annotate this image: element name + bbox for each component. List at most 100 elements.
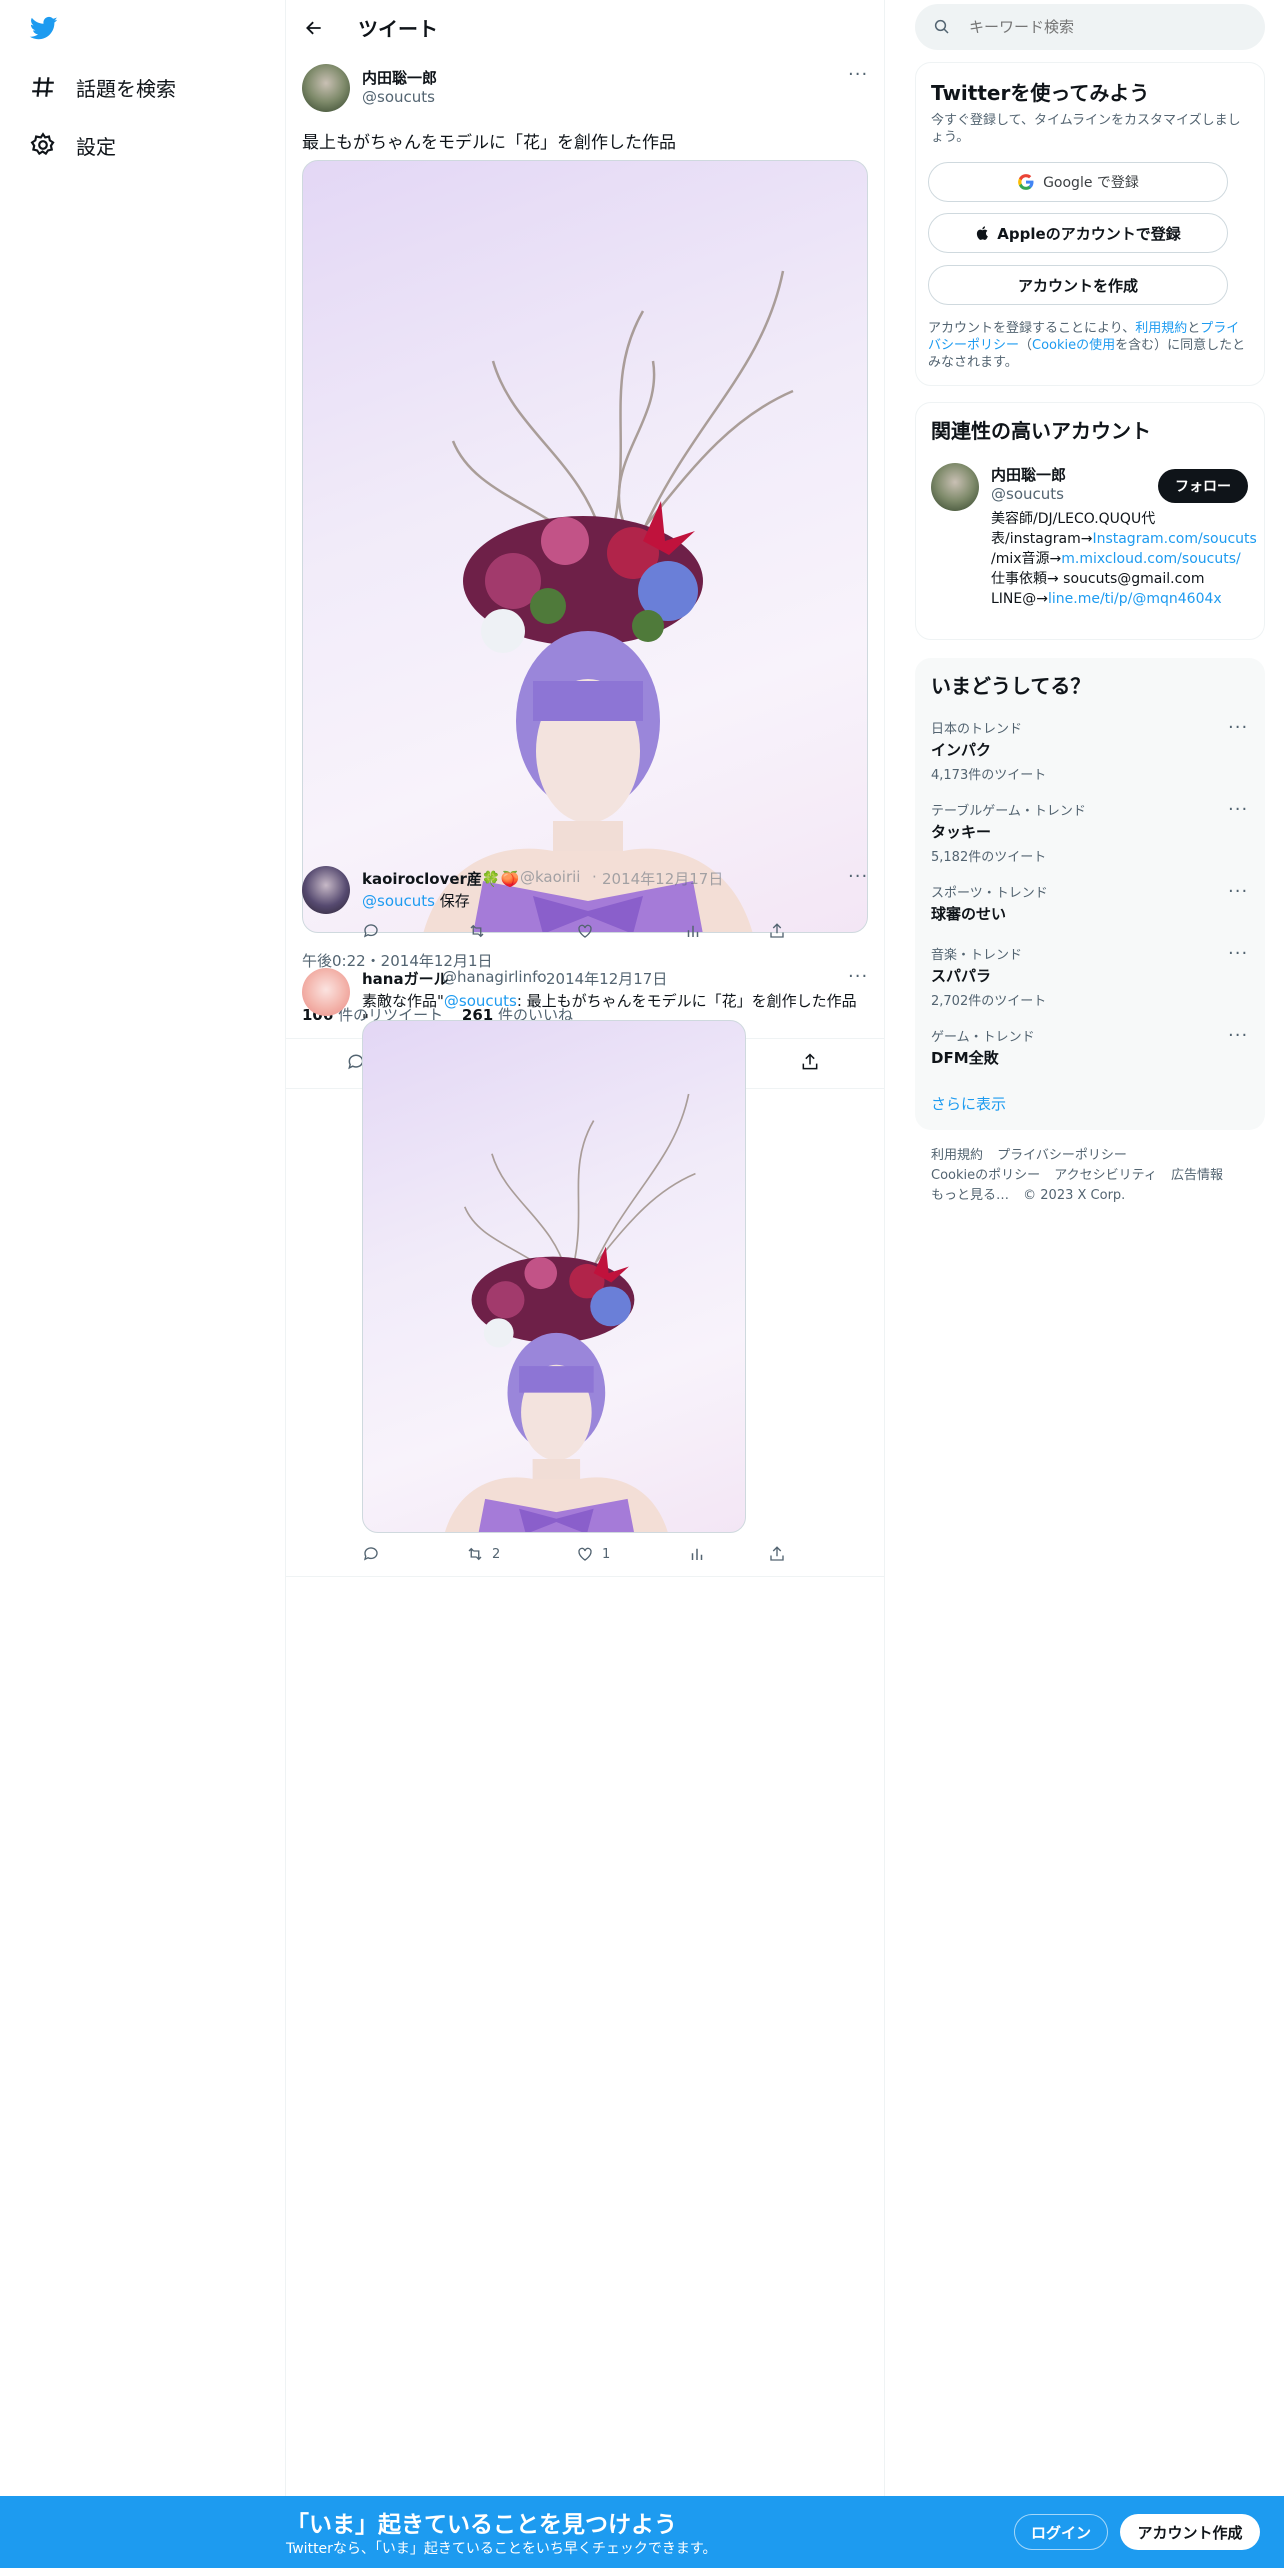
views-icon[interactable]	[688, 1545, 706, 1563]
footer-ads-link[interactable]: 広告情報	[1171, 1168, 1223, 1183]
twitter-logo[interactable]	[28, 14, 62, 44]
share-icon[interactable]	[768, 1545, 786, 1563]
apple-signup-label: Appleのアカウントで登録	[997, 224, 1181, 243]
flower-headpiece-image	[423, 270, 794, 932]
share-icon[interactable]	[800, 1052, 820, 1072]
bio-text: /mix音源→	[991, 551, 1062, 567]
twitter-bird-icon	[29, 16, 58, 40]
avatar[interactable]	[302, 968, 350, 1016]
avatar[interactable]	[302, 64, 350, 112]
login-label: ログイン	[1030, 2523, 1091, 2542]
more-icon[interactable]: ···	[1228, 881, 1248, 902]
reply-photo[interactable]	[362, 1020, 746, 1533]
views-icon[interactable]	[684, 922, 702, 940]
more-icon[interactable]: ···	[1228, 799, 1248, 820]
follow-label: フォロー	[1175, 479, 1231, 495]
like-count: 1	[602, 1546, 611, 1562]
reply-date-separator: ·	[592, 868, 597, 886]
apple-icon	[977, 226, 989, 240]
mention-link[interactable]: @soucuts	[362, 892, 435, 910]
trend-category: 音楽・トレンド	[931, 948, 1023, 963]
footer-more-link[interactable]: もっと見る…	[931, 1188, 1009, 1203]
related-handle[interactable]: @soucuts	[991, 485, 1064, 503]
footer-cookie-link[interactable]: Cookieのポリシー	[931, 1168, 1040, 1183]
retweet-icon[interactable]	[468, 922, 486, 940]
trend-count: 2,702件のツイート	[931, 994, 1047, 1009]
google-signup-button[interactable]: Google で登録	[928, 162, 1228, 202]
trend-category: 日本のトレンド	[931, 722, 1023, 737]
bio-link[interactable]: Instagram.com/soucuts	[1092, 531, 1256, 547]
retweet-count: 2	[492, 1546, 501, 1562]
bio-link[interactable]: line.me/ti/p/@mqn4604x	[1048, 591, 1222, 607]
reply-author-name[interactable]: kaoiroclover産🍀🍑	[362, 868, 519, 889]
create-account-button[interactable]: アカウントを作成	[928, 265, 1228, 305]
signup-title: Twitterを使ってみよう	[931, 81, 1150, 105]
reply-date[interactable]: 2014年12月17日	[602, 868, 723, 889]
author-handle[interactable]: @soucuts	[362, 88, 435, 106]
more-icon[interactable]: ···	[848, 966, 868, 987]
footer-privacy-link[interactable]: プライバシーポリシー	[997, 1148, 1127, 1163]
more-icon[interactable]: ···	[848, 866, 868, 887]
more-icon[interactable]: ···	[848, 64, 868, 85]
trend-category: ゲーム・トレンド	[931, 1030, 1035, 1045]
footer-links: 利用規約 プライバシーポリシー Cookieのポリシー アクセシビリティ 広告情…	[931, 1146, 1261, 1206]
legal-text: アカウントを登録することにより、	[928, 321, 1136, 336]
follow-button[interactable]: フォロー	[1158, 469, 1248, 503]
like-icon[interactable]	[576, 922, 594, 940]
footer-accessibility-link[interactable]: アクセシビリティ	[1054, 1168, 1157, 1183]
google-icon	[1018, 174, 1034, 190]
bio-link[interactable]: m.mixcloud.com/soucuts/	[1061, 551, 1240, 567]
terms-link[interactable]: 利用規約	[1135, 321, 1187, 336]
avatar[interactable]	[302, 866, 350, 914]
cookie-link[interactable]: Cookieの使用	[1032, 338, 1115, 353]
tweet-photo[interactable]	[302, 160, 868, 933]
trend-item[interactable]: スポーツ・トレンド 球審のせい	[931, 882, 1261, 924]
related-name[interactable]: 内田聡一郎	[991, 464, 1066, 485]
trend-category: テーブルゲーム・トレンド	[931, 804, 1086, 819]
login-button[interactable]: ログイン	[1014, 2514, 1108, 2550]
page-title: ツイート	[358, 17, 438, 41]
mention-link[interactable]: @soucuts	[444, 992, 517, 1010]
reply-icon[interactable]	[362, 922, 380, 940]
reply-date[interactable]: 2014年12月17日	[546, 968, 667, 989]
trend-title: DFM全敗	[931, 1049, 999, 1067]
trend-count: 4,173件のツイート	[931, 768, 1047, 783]
sidebar-item-label: 話題を検索	[76, 76, 176, 101]
trend-item[interactable]: 音楽・トレンド スパパラ 2,702件のツイート	[931, 944, 1261, 1009]
trend-title: スパパラ	[931, 967, 992, 985]
footer-terms-link[interactable]: 利用規約	[931, 1148, 983, 1163]
back-button[interactable]	[300, 14, 328, 42]
apple-signup-button[interactable]: Appleのアカウントで登録	[928, 213, 1228, 253]
avatar[interactable]	[931, 463, 979, 511]
retweet-button[interactable]: 2	[466, 1545, 500, 1563]
author-name[interactable]: 内田聡一郎	[362, 67, 437, 88]
reply-icon[interactable]	[362, 1545, 380, 1563]
reply-body: 保存	[439, 892, 470, 910]
sidebar-item-explore[interactable]: 話題を検索	[28, 67, 176, 107]
share-icon[interactable]	[768, 922, 786, 940]
reply-author-handle[interactable]: @hanagirlinfo	[442, 968, 547, 986]
trends-title: いまどうしてる？	[931, 674, 1091, 698]
footer-copyright: © 2023 X Corp.	[1023, 1188, 1126, 1203]
show-more-link[interactable]: さらに表示	[931, 1093, 1006, 1114]
more-icon[interactable]: ···	[1228, 717, 1248, 738]
banner-title: 「いま」起きていることを見つけよう	[286, 2512, 677, 2538]
retweet-icon	[468, 1547, 482, 1561]
trend-item[interactable]: ゲーム・トレンド DFM全敗	[931, 1026, 1261, 1068]
like-icon	[578, 1547, 592, 1561]
tweet-text: 最上もがちゃんをモデルに「花」を創作した作品	[302, 133, 676, 153]
related-bio: 美容師/DJ/LECO.QUQU代表/instagram→Instagram.c…	[991, 509, 1257, 609]
trend-item[interactable]: テーブルゲーム・トレンド タッキー 5,182件のツイート	[931, 800, 1261, 865]
signup-button[interactable]: アカウント作成	[1120, 2514, 1260, 2550]
search-input[interactable]	[969, 18, 1249, 36]
more-icon[interactable]: ···	[1228, 1025, 1248, 1046]
reply-author-name[interactable]: hanaガール	[362, 968, 449, 989]
more-icon[interactable]: ···	[1228, 943, 1248, 964]
reply-author-handle[interactable]: @kaoirii	[520, 868, 580, 886]
like-button[interactable]: 1	[576, 1545, 610, 1563]
divider	[286, 1576, 884, 1577]
google-signup-label: Google で登録	[1043, 175, 1139, 191]
search-box[interactable]	[915, 4, 1265, 50]
sidebar-item-settings[interactable]: 設定	[28, 125, 116, 165]
trend-item[interactable]: 日本のトレンド インパク 4,173件のツイート	[931, 718, 1261, 783]
